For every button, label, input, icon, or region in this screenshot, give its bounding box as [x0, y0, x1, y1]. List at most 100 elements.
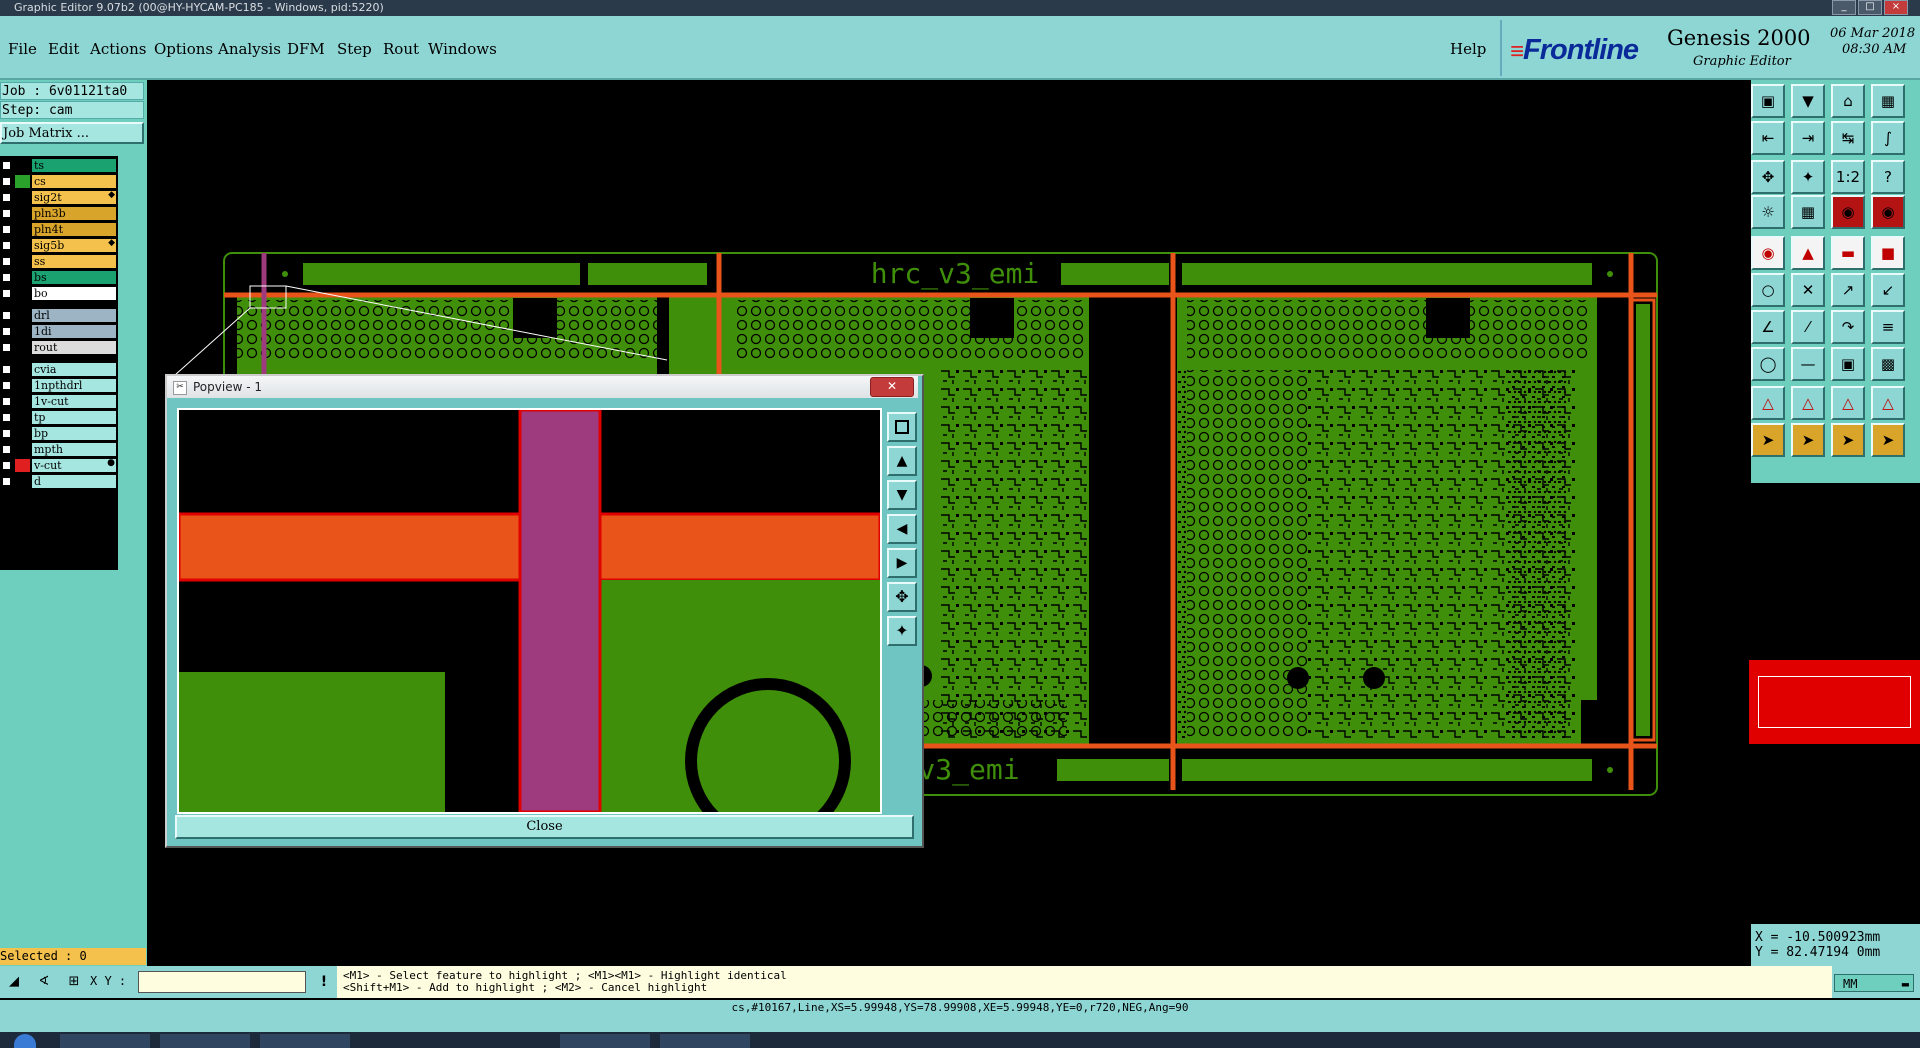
layer-row-1v-cut[interactable]: 1v-cut [0, 394, 118, 409]
layer-row-ts[interactable]: ts [0, 158, 118, 173]
layer-checkbox[interactable] [2, 477, 11, 486]
select-net-tool-button[interactable]: ➤ [1831, 423, 1865, 457]
export-tool-button[interactable]: ⇥ [1791, 121, 1825, 155]
zoom-fit-tool-button[interactable]: ✥ [1751, 160, 1785, 194]
layer-checkbox[interactable] [2, 461, 11, 470]
menu-dfm[interactable]: DFM [287, 40, 325, 58]
step-out-tool-button[interactable]: ∫ [1871, 121, 1905, 155]
trim-tool-button[interactable]: — [1791, 347, 1825, 381]
layer-row-pln4t[interactable]: pln4t [0, 222, 118, 237]
start-button[interactable] [14, 1034, 36, 1048]
net-select-tool-button[interactable]: ◉ [1871, 195, 1905, 229]
layer-color-swatch[interactable] [15, 191, 30, 204]
layer-row-1di[interactable]: 1di [0, 324, 118, 339]
layer-color-swatch[interactable] [15, 223, 30, 236]
fill-tool-button[interactable]: △ [1831, 386, 1865, 420]
layer-row-cs[interactable]: cs [0, 174, 118, 189]
measure-tool-button[interactable]: ∢ [30, 968, 58, 996]
layer-color-swatch[interactable] [15, 175, 30, 188]
line-tool-button[interactable]: ∠ [1751, 310, 1785, 344]
menu-file[interactable]: File [8, 40, 37, 58]
layer-checkbox[interactable] [2, 327, 11, 336]
layer-color-swatch[interactable] [15, 341, 30, 354]
triangle-tool-button[interactable]: △ [1791, 386, 1825, 420]
layer-checkbox[interactable] [2, 365, 11, 374]
layout-tool-button[interactable]: ▦ [1871, 84, 1905, 118]
layer-color-swatch[interactable] [15, 287, 30, 300]
open-job-tool-button[interactable]: ▣ [1751, 84, 1785, 118]
layer-row-drl[interactable]: drl [0, 308, 118, 323]
taskbar-item-4[interactable] [560, 1034, 650, 1048]
popview-zoom-out-button[interactable]: ✥ [887, 582, 917, 612]
layer-checkbox[interactable] [2, 289, 11, 298]
popview-pan-up-button[interactable]: ▲ [887, 446, 917, 476]
layer-row-pln3b[interactable]: pln3b [0, 206, 118, 221]
layer-checkbox[interactable] [2, 193, 11, 202]
popview-zoom-view[interactable] [177, 408, 882, 814]
menu-rout[interactable]: Rout [383, 40, 419, 58]
warning-button[interactable]: ! [312, 968, 336, 996]
select-area-tool-button[interactable]: ➤ [1791, 423, 1825, 457]
layer-color-swatch[interactable] [15, 309, 30, 322]
layer-row-bs[interactable]: bs [0, 270, 118, 285]
layer-row-tp[interactable]: tp [0, 410, 118, 425]
layer-checkbox[interactable] [2, 161, 11, 170]
layer-checkbox[interactable] [2, 311, 11, 320]
snap-tool-button[interactable]: ◢ [0, 968, 28, 996]
layer-row-bp[interactable]: bp [0, 426, 118, 441]
popview-pan-left-button[interactable]: ◀ [887, 514, 917, 544]
layer-checkbox[interactable] [2, 273, 11, 282]
polyline-tool-button[interactable]: ▲ [1791, 236, 1825, 270]
layer-checkbox[interactable] [2, 241, 11, 250]
select-tool-button[interactable]: ➤ [1751, 423, 1785, 457]
net-highlight-tool-button[interactable]: ◉ [1831, 195, 1865, 229]
copy-tool-button[interactable]: ↙ [1871, 273, 1905, 307]
array-tool-button[interactable]: ▩ [1871, 347, 1905, 381]
popview-close-x-button[interactable]: ✕ [870, 377, 914, 397]
layer-color-swatch[interactable] [15, 379, 30, 392]
layer-checkbox[interactable] [2, 257, 11, 266]
layer-checkbox[interactable] [2, 397, 11, 406]
layer-checkbox[interactable] [2, 177, 11, 186]
popview-pan-down-button[interactable]: ▼ [887, 480, 917, 510]
arc-tool-button[interactable]: ⁄ [1791, 310, 1825, 344]
step-in-tool-button[interactable]: ↹ [1831, 121, 1865, 155]
layer-row-v-cut[interactable]: v-cut ● [0, 458, 118, 473]
grid-tool-button[interactable]: ▦ [1791, 195, 1825, 229]
job-matrix-button[interactable]: Job Matrix ... [0, 122, 144, 144]
layer-color-swatch[interactable] [15, 363, 30, 376]
layer-color-swatch[interactable] [15, 239, 30, 252]
contour-tool-button[interactable]: △ [1871, 386, 1905, 420]
layer-color-swatch[interactable] [15, 443, 30, 456]
text-tool-button[interactable]: ≡ [1871, 310, 1905, 344]
layer-color-swatch[interactable] [15, 325, 30, 338]
taskbar-item-2[interactable] [160, 1034, 250, 1048]
minimize-button[interactable]: _ [1832, 0, 1856, 15]
pad-tool-button[interactable]: ◉ [1751, 236, 1785, 270]
layer-checkbox[interactable] [2, 445, 11, 454]
menu-step[interactable]: Step [337, 40, 372, 58]
taskbar-item-1[interactable] [60, 1034, 150, 1048]
popview-zoom-fit-button[interactable] [887, 412, 917, 442]
layer-row-1npthdrl[interactable]: 1npthdrl [0, 378, 118, 393]
layer-checkbox[interactable] [2, 209, 11, 218]
snap-tool-button[interactable]: ☼ [1751, 195, 1785, 229]
layer-color-swatch[interactable] [15, 159, 30, 172]
menu-help[interactable]: Help [1450, 40, 1486, 58]
save-tool-button[interactable]: ▼ [1791, 84, 1825, 118]
menu-options[interactable]: Options [154, 40, 213, 58]
layer-row-bo[interactable]: bo [0, 286, 118, 301]
layer-color-swatch[interactable] [15, 427, 30, 440]
layer-row-mpth[interactable]: mpth [0, 442, 118, 457]
xy-input[interactable] [138, 971, 306, 993]
query-tool-button[interactable]: ? [1871, 160, 1905, 194]
taskbar-item-3[interactable] [260, 1034, 350, 1048]
layer-checkbox[interactable] [2, 225, 11, 234]
layer-row-d[interactable]: d [0, 474, 118, 489]
import-tool-button[interactable]: ⇤ [1751, 121, 1785, 155]
connect-tool-button[interactable]: ○ [1751, 273, 1785, 307]
delete-tool-button[interactable]: ✕ [1791, 273, 1825, 307]
layer-checkbox[interactable] [2, 429, 11, 438]
measure-tool-button[interactable]: ▬ [1831, 236, 1865, 270]
move-tool-button[interactable]: ↗ [1831, 273, 1865, 307]
